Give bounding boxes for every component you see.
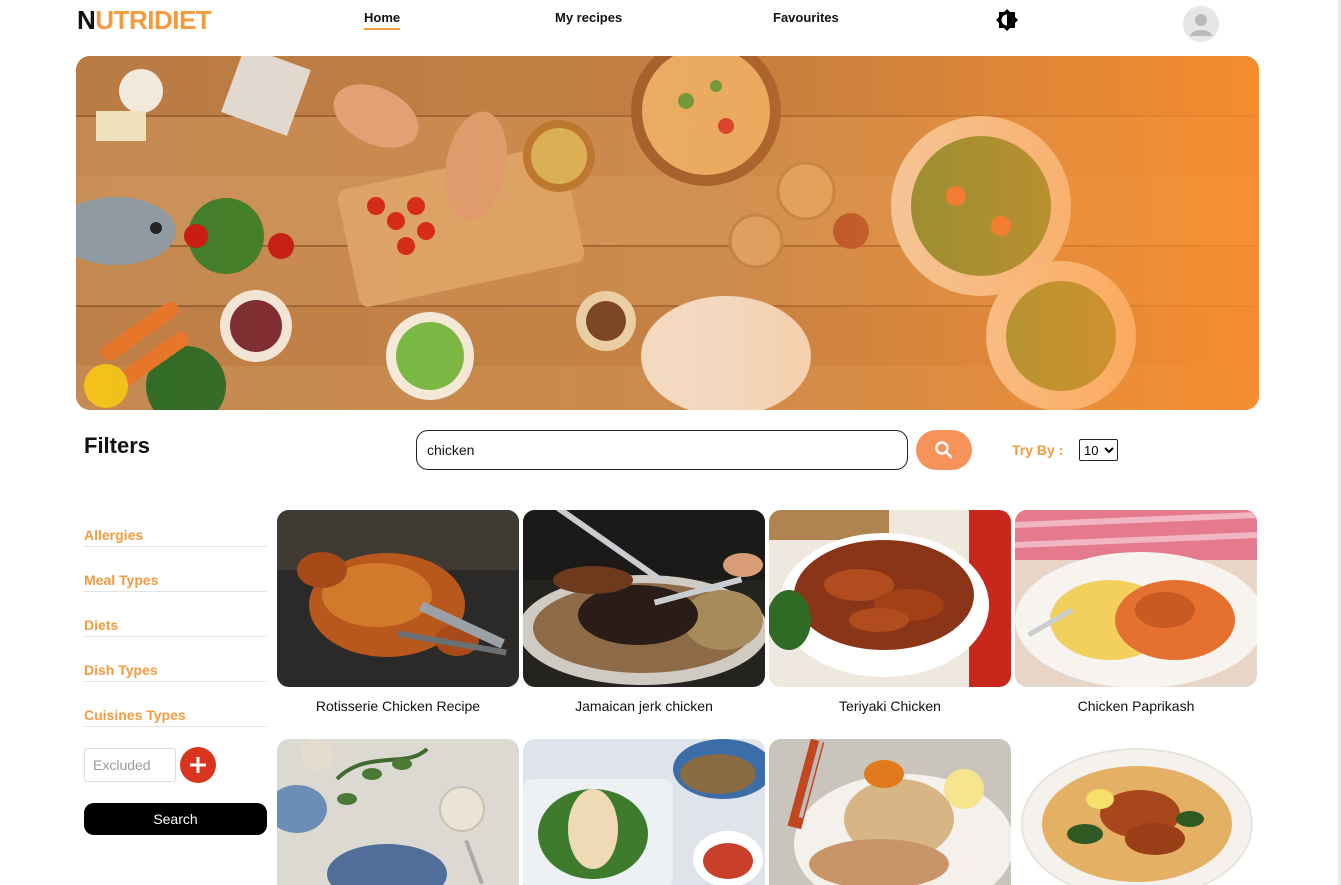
recipe-image — [769, 739, 1011, 885]
recipe-search-input[interactable] — [416, 430, 908, 470]
add-excluded-button[interactable] — [180, 747, 216, 783]
filters-title: Filters — [84, 433, 151, 458]
hero-banner — [76, 56, 1259, 410]
nav-home[interactable]: Home — [364, 10, 401, 30]
recipe-card[interactable]: Rotisserie Chicken Recipe — [277, 510, 519, 714]
logo-first-letter: N — [77, 5, 96, 35]
recipe-card[interactable]: Jamaican jerk chicken — [523, 510, 765, 714]
recipe-card[interactable] — [1015, 739, 1257, 885]
logo-rest: UTRIDIET — [95, 5, 212, 35]
try-by-select[interactable]: 10 — [1079, 439, 1118, 461]
search-icon — [935, 441, 953, 459]
plus-icon — [190, 757, 206, 773]
recipe-card[interactable]: Teriyaki Chicken — [769, 510, 1011, 714]
recipe-image — [277, 739, 519, 885]
brightness-icon[interactable] — [996, 9, 1018, 31]
recipe-image — [523, 510, 765, 687]
nav-favourites[interactable]: Favourites — [773, 10, 839, 25]
recipe-card[interactable] — [277, 739, 519, 885]
filter-allergies[interactable]: Allergies — [84, 511, 267, 547]
recipe-title: Rotisserie Chicken Recipe — [315, 698, 481, 714]
filter-dish-types[interactable]: Dish Types — [84, 646, 267, 682]
try-by-label: Try By : — [1012, 442, 1064, 458]
filter-cuisines-types[interactable]: Cuisines Types — [84, 691, 267, 727]
recipe-image — [277, 510, 519, 687]
search-button[interactable] — [916, 430, 972, 470]
sidebar-search-button[interactable]: Search — [84, 803, 267, 835]
recipe-card[interactable]: Chicken Paprikash — [1015, 510, 1257, 714]
recipe-image — [523, 739, 765, 885]
filter-meal-types[interactable]: Meal Types — [84, 556, 267, 592]
recipe-image — [769, 510, 1011, 687]
recipe-title: Jamaican jerk chicken — [575, 698, 713, 714]
recipe-card[interactable] — [769, 739, 1011, 885]
recipe-card[interactable] — [523, 739, 765, 885]
recipe-image — [1015, 510, 1257, 687]
recipe-image — [1015, 739, 1257, 885]
recipe-title: Chicken Paprikash — [1077, 698, 1195, 714]
filter-diets[interactable]: Diets — [84, 601, 267, 637]
user-avatar-icon[interactable] — [1183, 6, 1219, 42]
excluded-input[interactable] — [84, 748, 176, 782]
recipe-title: Teriyaki Chicken — [839, 698, 941, 714]
nav-my-recipes[interactable]: My recipes — [555, 10, 622, 25]
logo[interactable]: NUTRIDIET — [77, 5, 212, 35]
